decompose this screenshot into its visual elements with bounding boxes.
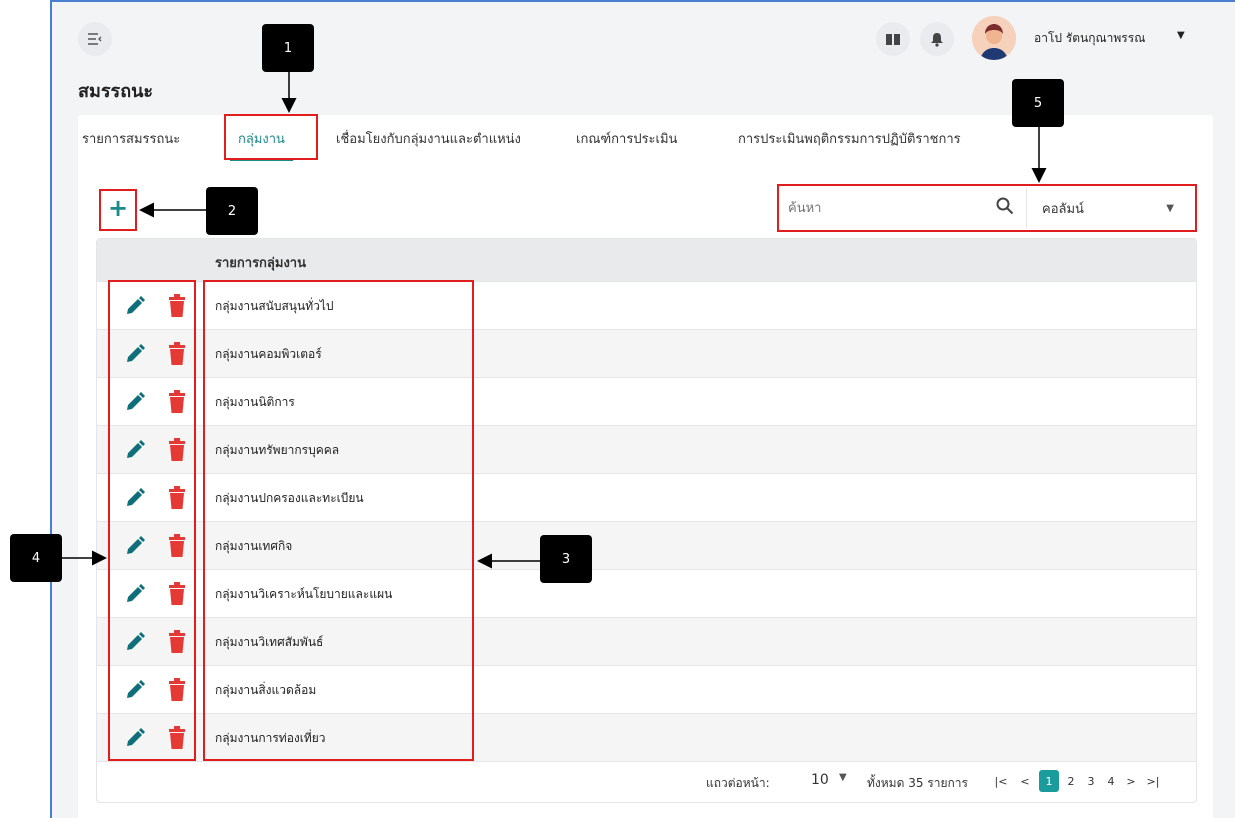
callout-2: 2 <box>206 187 258 235</box>
callout-1: 1 <box>262 24 314 72</box>
callout-5: 5 <box>1012 79 1064 127</box>
callout-3: 3 <box>540 535 592 583</box>
callout-4: 4 <box>10 534 62 582</box>
